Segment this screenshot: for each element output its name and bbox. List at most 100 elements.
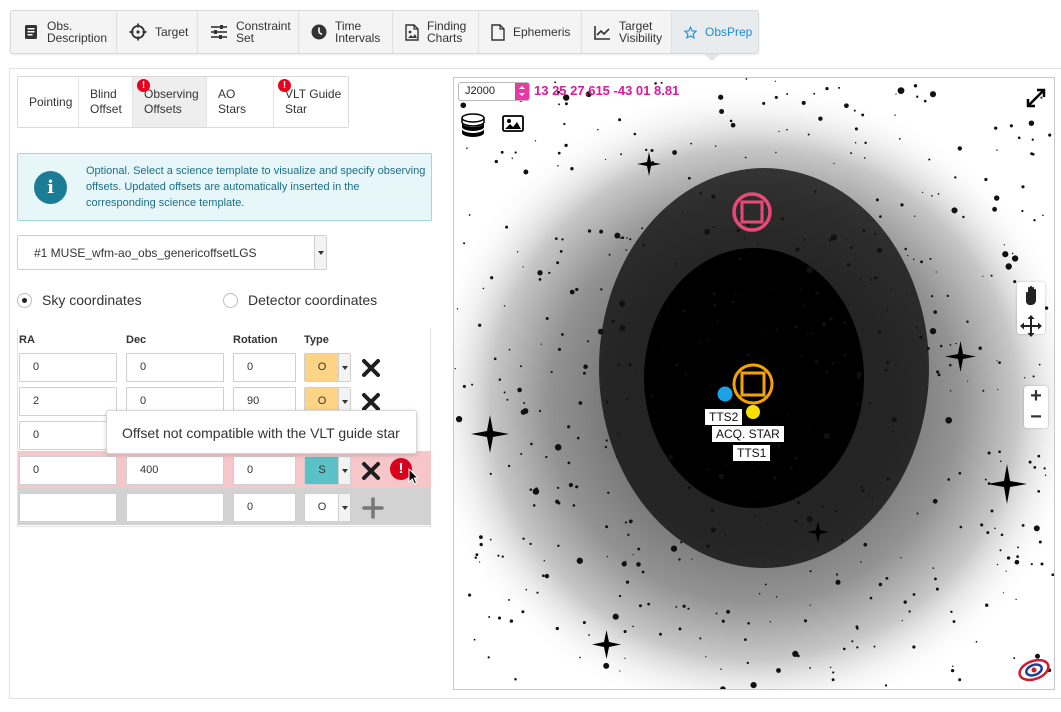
delete-icon[interactable] (361, 392, 381, 412)
col-header-rotation: Rotation (233, 334, 278, 346)
file-icon (491, 23, 505, 41)
ra-input[interactable] (19, 493, 117, 522)
radio-label: Sky coordinates (42, 292, 142, 308)
rotation-input[interactable]: 0 (233, 456, 296, 485)
nav-label: Obs. Description (47, 19, 108, 45)
zoom-in-button[interactable]: + (1024, 386, 1048, 407)
tts1-label: TTS1 (733, 445, 771, 461)
radio-circle (17, 292, 32, 308)
nav-label: Finding Charts (427, 19, 467, 45)
zoom-controls: + − (1024, 386, 1048, 428)
info-alert: i Optional. Select a science template to… (17, 153, 432, 221)
document-list-icon (25, 25, 37, 39)
radio-detector-coordinates[interactable]: Detector coordinates (223, 292, 377, 308)
nav-ephemeris[interactable]: Ephemeris (479, 11, 582, 53)
tooltip: Offset not compatible with the VLT guide… (106, 410, 417, 454)
image-survey-button[interactable] (498, 109, 528, 139)
nav-label: Constraint Set (236, 19, 291, 45)
line-chart-icon (594, 25, 610, 40)
rotation-input[interactable]: 0 (233, 493, 296, 522)
dec-input[interactable]: 0 (126, 353, 224, 382)
frame-select[interactable]: J2000 (458, 82, 530, 101)
nav-target[interactable]: Target (117, 11, 198, 53)
template-select[interactable]: #1 MUSE_wfm-ao_obs_genericoffsetLGS (17, 235, 327, 270)
crosshair-icon (129, 23, 147, 41)
ra-input[interactable]: 0 (19, 353, 117, 382)
layers-button[interactable] (458, 109, 488, 139)
nav-obsprep[interactable]: ObsPrep (672, 11, 758, 53)
sliders-icon (211, 25, 227, 39)
subtab-blind-offset[interactable]: Blind Offset (79, 77, 133, 127)
star-icon (684, 25, 697, 39)
nav-label: Ephemeris (513, 25, 571, 39)
type-select[interactable]: O (304, 353, 351, 382)
layers-icon (461, 113, 485, 137)
warning-icon: ! (278, 79, 291, 92)
nav-label: ObsPrep (705, 25, 753, 39)
ra-input[interactable]: 0 (19, 456, 117, 485)
type-select[interactable]: O (304, 493, 351, 522)
subtab-ao-stars[interactable]: AO Stars (207, 77, 274, 127)
nav-target-visibility[interactable]: Target Visibility (582, 11, 672, 53)
fullscreen-icon[interactable] (1024, 86, 1048, 110)
info-text: Optional. Select a science template to v… (86, 165, 426, 209)
ra-input[interactable]: 2 (19, 387, 117, 416)
nav-obs-description[interactable]: Obs. Description (11, 11, 117, 53)
subtab-observing-offsets[interactable]: ! Observing Offsets (133, 77, 207, 127)
type-select[interactable]: S (304, 456, 351, 485)
nav-label: Target Visibility (619, 19, 663, 45)
type-select-value: O (305, 354, 339, 381)
table-row-new: 0 O (18, 488, 431, 525)
subtab-label: Blind Offset (90, 87, 122, 116)
subtab-label: AO Stars (218, 87, 247, 116)
frame-select-value: J2000 (465, 85, 495, 97)
acq-star-label: ACQ. STAR (712, 426, 784, 442)
tts2-label: TTS2 (705, 409, 743, 425)
sky-image (454, 78, 1054, 689)
radio-circle (223, 292, 238, 308)
sky-view[interactable]: J2000 13 25 27.615 -43 01 8.81 + − TTS2 … (453, 77, 1055, 690)
pan-tools (1017, 282, 1045, 337)
aladin-logo-icon (1018, 658, 1050, 682)
dec-input[interactable]: 400 (126, 456, 224, 485)
table-row-error: 0 400 0 S ! (18, 451, 431, 488)
updown-arrow-icon (515, 83, 529, 100)
zoom-out-button[interactable]: − (1024, 407, 1048, 428)
chevron-down-icon (338, 457, 350, 484)
image-icon (502, 115, 524, 132)
template-select-value: #1 MUSE_wfm-ao_obs_genericoffsetLGS (34, 246, 257, 260)
dec-input[interactable] (126, 493, 224, 522)
radio-label: Detector coordinates (248, 292, 378, 308)
nav-label: Time Intervals (335, 19, 381, 45)
chevron-down-icon (314, 236, 326, 269)
cursor-coordinates: 13 25 27.615 -43 01 8.81 (534, 83, 680, 98)
delete-icon[interactable] (361, 358, 381, 378)
radio-sky-coordinates[interactable]: Sky coordinates (17, 292, 142, 308)
info-icon: i (34, 171, 67, 204)
delete-icon[interactable] (361, 461, 381, 481)
table-row: 0 0 0 O (18, 348, 431, 385)
nav-active-caret (704, 54, 720, 61)
subtab-pointing[interactable]: Pointing (18, 77, 79, 127)
nav-finding-charts[interactable]: Finding Charts (393, 11, 479, 53)
col-header-type: Type (304, 334, 329, 346)
subtab-vlt-guide-star[interactable]: ! VLT Guide Star (274, 77, 348, 127)
nav-label: Target (155, 25, 189, 39)
mouse-cursor-icon (408, 468, 420, 485)
type-select-value: O (305, 494, 339, 521)
col-header-dec: Dec (126, 334, 147, 346)
add-icon[interactable] (362, 497, 384, 519)
top-nav: Obs. Description Target Constraint Set T… (10, 10, 759, 54)
sub-tabs: Pointing Blind Offset ! Observing Offset… (17, 76, 349, 128)
rotation-input[interactable]: 0 (233, 353, 296, 382)
clock-icon (311, 24, 327, 40)
nav-time-intervals[interactable]: Time Intervals (299, 11, 393, 53)
hand-icon[interactable] (1017, 282, 1045, 308)
move-icon[interactable] (1017, 313, 1045, 339)
chevron-down-icon (338, 494, 350, 521)
chevron-down-icon (338, 354, 350, 381)
nav-constraint-set[interactable]: Constraint Set (198, 11, 299, 53)
subtab-label: VLT Guide Star (285, 87, 342, 116)
ra-input[interactable]: 0 (19, 421, 117, 450)
type-select-value: S (305, 457, 339, 484)
